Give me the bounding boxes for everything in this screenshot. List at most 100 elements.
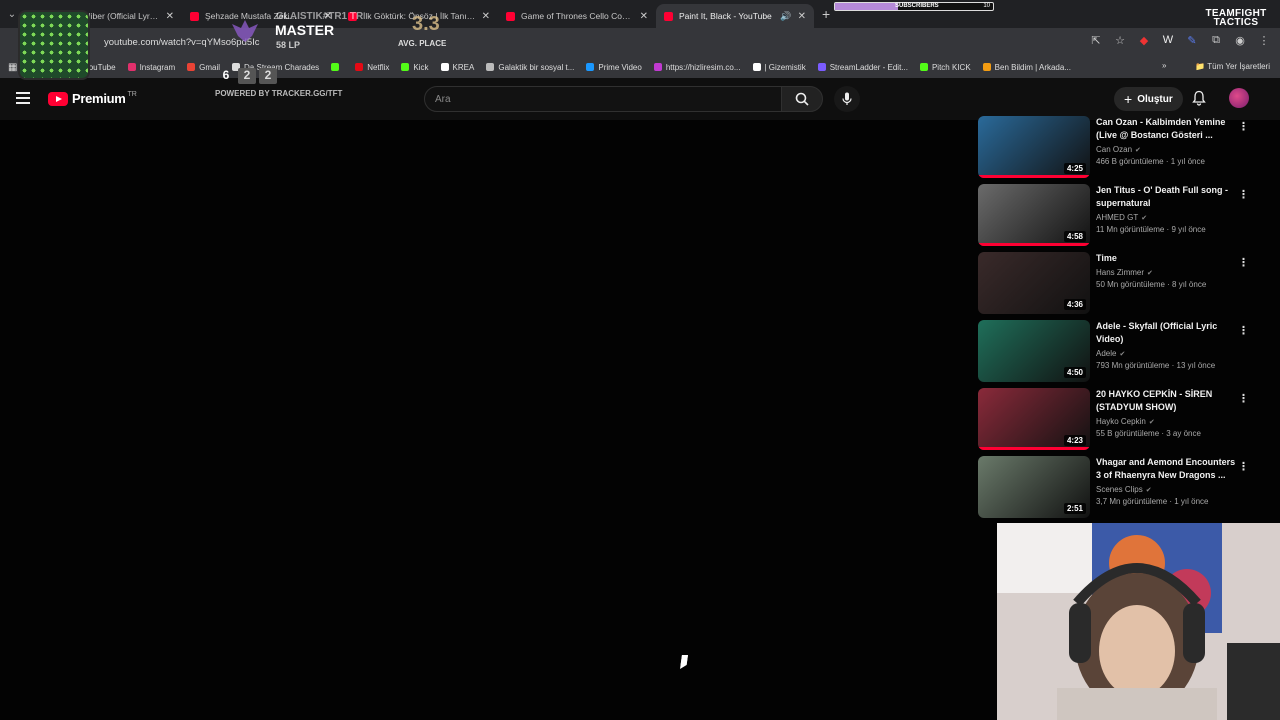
tft-summoner-name: GLAISTIK#TR1 TR: [276, 11, 364, 22]
bookmark-label: Ben Bildim | Arkada...: [994, 62, 1071, 72]
close-tab-icon[interactable]: ✕: [640, 11, 648, 22]
video-thumbnail[interactable]: 4:36: [978, 252, 1090, 314]
watch-progress-bar: [978, 175, 1090, 178]
install-icon[interactable]: ⇱: [1090, 34, 1102, 47]
video-title[interactable]: Time: [1096, 252, 1236, 265]
more-actions-icon[interactable]: ⋮: [1238, 324, 1249, 337]
bookmark-item[interactable]: https://hizliresim.co...: [653, 63, 741, 72]
related-video-item[interactable]: 4:36 Time Hans Zimmer ✔ 50 Mn görüntüleme · …: [978, 252, 1268, 316]
bookmark-favicon-icon: [752, 63, 761, 71]
voice-search-button[interactable]: [834, 86, 860, 112]
extension-icon[interactable]: W: [1162, 34, 1174, 47]
more-actions-icon[interactable]: ⋮: [1238, 120, 1249, 133]
youtube-favicon-icon: [190, 11, 199, 21]
close-tab-icon[interactable]: ✕: [482, 11, 490, 22]
bookmark-item[interactable]: Pitch KICK: [919, 63, 971, 72]
subscribers-label: SUBSCRIBERS: [895, 3, 939, 9]
video-duration: 4:23: [1063, 435, 1086, 446]
video-title[interactable]: Adele - Skyfall (Official Lyric Video): [1096, 320, 1236, 346]
channel-name[interactable]: Hayko Cepkin ✔: [1096, 417, 1236, 426]
bookmark-item[interactable]: Netflix: [355, 63, 389, 72]
bookmark-label: KREA: [452, 62, 475, 72]
video-meta: Adele - Skyfall (Official Lyric Video) Ad…: [1096, 320, 1236, 370]
more-actions-icon[interactable]: ⋮: [1238, 188, 1249, 201]
video-stats: 793 Mn görüntüleme · 13 yıl önce: [1096, 361, 1216, 370]
more-actions-icon[interactable]: ⋮: [1238, 392, 1249, 405]
video-player[interactable]: [0, 120, 960, 720]
youtube-logo[interactable]: Premium TR: [48, 91, 137, 106]
bookmark-item[interactable]: | Gizemistik: [752, 63, 806, 72]
more-actions-icon[interactable]: ⋮: [1238, 256, 1249, 269]
related-video-item[interactable]: 4:58 Jen Titus - O' Death Full song - sup…: [978, 184, 1268, 248]
browser-menu-icon[interactable]: ⋮: [1258, 34, 1270, 47]
video-thumbnail[interactable]: 4:25: [978, 116, 1090, 178]
channel-name[interactable]: Scenes Clips ✔: [1096, 485, 1236, 494]
account-avatar[interactable]: [1229, 88, 1249, 108]
bookmark-favicon-icon: [486, 63, 495, 71]
close-tab-icon[interactable]: ✕: [166, 11, 174, 22]
profile-icon[interactable]: ◉: [1234, 34, 1246, 47]
bookmark-favicon-icon: [401, 63, 410, 71]
bookmarks-more-icon[interactable]: »: [1162, 61, 1166, 70]
watch-progress-bar: [978, 447, 1090, 450]
browser-tab[interactable]: Game of Thrones Cello Cover - ✕: [498, 4, 656, 28]
all-bookmarks-link[interactable]: 📁 Tüm Yer İşaretleri: [1195, 62, 1270, 71]
bookmark-item[interactable]: StreamLadder - Edit...: [817, 63, 908, 72]
tab-title: Paint It, Black - YouTube: [679, 11, 772, 21]
channel-name[interactable]: AHMED GT ✔: [1096, 213, 1236, 222]
related-video-item[interactable]: 4:25 Can Ozan - Kalbimden Yemine (Live @ …: [978, 116, 1268, 180]
video-title[interactable]: Jen Titus - O' Death Full song - superna…: [1096, 184, 1236, 210]
tab-title: Game of Thrones Cello Cover -: [521, 11, 634, 21]
browser-tab-bar: ⌄ Wanted Baliber (Official Lyric V... ✕ Şe…: [0, 0, 1280, 28]
bookmark-item[interactable]: Prime Video: [586, 63, 642, 72]
close-tab-icon[interactable]: ✕: [798, 11, 806, 22]
bookmark-favicon-icon: [653, 63, 662, 71]
extension-icon[interactable]: ✎: [1186, 34, 1198, 47]
channel-name[interactable]: Hans Zimmer ✔: [1096, 268, 1236, 277]
related-video-item[interactable]: 4:50 Adele - Skyfall (Official Lyric Vide…: [978, 320, 1268, 384]
extensions-puzzle-icon[interactable]: ⧉: [1210, 34, 1222, 47]
bookmarks-bar: ▦ TwitchYouTubeInstagramGmailDa Stream C…: [0, 56, 1280, 78]
bookmark-favicon-icon: [817, 63, 826, 71]
bookmark-favicon-icon: [440, 63, 449, 71]
video-duration: 4:36: [1063, 299, 1086, 310]
related-video-item[interactable]: 2:51 Vhagar and Aemond Encounters 3 of Rh…: [978, 456, 1268, 520]
channel-name[interactable]: Adele ✔: [1096, 349, 1236, 358]
video-title[interactable]: Can Ozan - Kalbimden Yemine (Live @ Bost…: [1096, 116, 1236, 142]
brand-name: Premium: [72, 91, 126, 106]
bookmark-item[interactable]: Ben Bildim | Arkada...: [982, 62, 1071, 72]
video-meta: 20 HAYKO CEPKİN - SİREN (STADYUM SHOW) Ha…: [1096, 388, 1236, 438]
video-thumbnail[interactable]: 2:51: [978, 456, 1090, 518]
video-stats: 55 B görüntüleme · 3 ay önce: [1096, 429, 1201, 438]
menu-hamburger-icon[interactable]: [16, 92, 30, 104]
notifications-button[interactable]: [1192, 90, 1206, 111]
bookmark-item[interactable]: Galaktik bir sosyal t...: [486, 63, 574, 72]
bookmark-item[interactable]: [331, 63, 343, 72]
youtube-play-icon: [48, 91, 68, 106]
create-button[interactable]: + Oluştur: [1114, 87, 1183, 111]
speaker-icon[interactable]: 🔊: [780, 11, 791, 22]
more-actions-icon[interactable]: ⋮: [1238, 460, 1249, 473]
channel-label: Can Ozan: [1096, 145, 1133, 154]
bookmark-item[interactable]: Kick: [401, 63, 429, 72]
bookmark-item[interactable]: Gmail: [187, 63, 220, 72]
channel-label: Scenes Clips: [1096, 485, 1143, 494]
apps-grid-icon[interactable]: ▦: [8, 62, 17, 73]
related-video-item[interactable]: 4:23 20 HAYKO CEPKİN - SİREN (STADYUM SHO…: [978, 388, 1268, 452]
video-title[interactable]: 20 HAYKO CEPKİN - SİREN (STADYUM SHOW): [1096, 388, 1236, 414]
bookmark-item[interactable]: Instagram: [127, 63, 175, 72]
browser-tab[interactable]: Paint It, Black - YouTube 🔊 ✕: [656, 4, 814, 28]
channel-name[interactable]: Can Ozan ✔: [1096, 145, 1236, 154]
bookmark-star-icon[interactable]: ☆: [1114, 34, 1126, 47]
bookmark-item[interactable]: KREA: [440, 62, 475, 72]
search-input[interactable]: [435, 93, 781, 105]
video-thumbnail[interactable]: 4:23: [978, 388, 1090, 450]
verified-check-icon: ✔: [1135, 147, 1141, 154]
verified-check-icon: ✔: [1148, 419, 1155, 426]
new-tab-icon[interactable]: +: [822, 6, 830, 22]
video-thumbnail[interactable]: 4:50: [978, 320, 1090, 382]
video-title[interactable]: Vhagar and Aemond Encounters 3 of Rhaeny…: [1096, 456, 1236, 482]
video-thumbnail[interactable]: 4:58: [978, 184, 1090, 246]
extension-icon[interactable]: ◆: [1138, 34, 1150, 47]
search-button[interactable]: [781, 86, 823, 112]
